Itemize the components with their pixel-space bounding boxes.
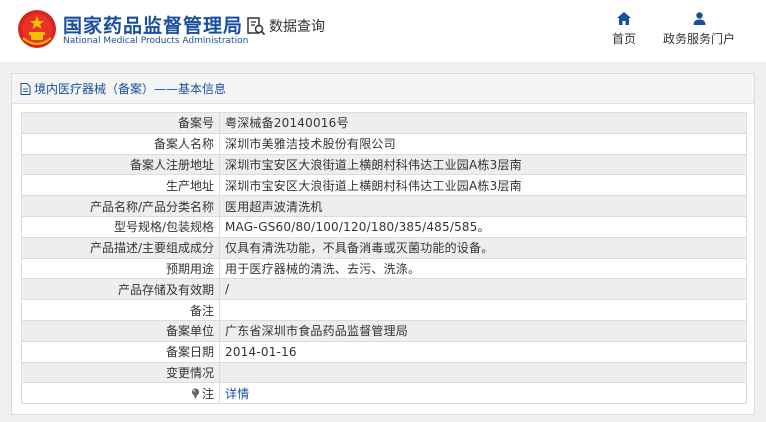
- pin-icon: [191, 388, 200, 399]
- table-row: 产品名称/产品分类名称 医用超声波清洗机: [21, 195, 747, 217]
- row-label: 产品名称/产品分类名称: [21, 195, 220, 217]
- table-row: 产品存储及有效期 /: [21, 278, 747, 301]
- row-value: 深圳市宝安区大浪街道上横朗村科伟达工业园A栋3层南: [219, 153, 747, 176]
- row-value: 仅具有清洗功能，不具备消毒或灭菌功能的设备。: [219, 236, 747, 259]
- brand-title: 国家药品监督管理局: [63, 15, 244, 37]
- row-label: 生产地址: [21, 174, 220, 197]
- table-row: 备案单位 广东省深圳市食品药品监督管理局: [21, 319, 747, 342]
- row-label: 预期用途: [21, 257, 220, 280]
- data-query-link[interactable]: 数据查询: [246, 16, 325, 36]
- note-label-cell: 注: [21, 382, 220, 405]
- row-label: 产品存储及有效期: [21, 278, 220, 301]
- table-row: 产品描述/主要组成成分 仅具有清洗功能，不具备消毒或灭菌功能的设备。: [21, 236, 747, 259]
- note-value-cell: 详情: [219, 382, 747, 405]
- document-icon: [20, 82, 31, 95]
- row-value: MAG-GS60/80/100/120/180/385/485/585。: [219, 215, 747, 238]
- site-header: 国家药品监督管理局 National Medical Products Admi…: [0, 0, 766, 62]
- table-row: 备注: [21, 299, 747, 321]
- table-row: 变更情况: [21, 361, 747, 384]
- details-link[interactable]: 详情: [225, 387, 249, 401]
- brand-subtitle: National Medical Products Administration: [63, 36, 249, 46]
- home-icon: [617, 12, 631, 25]
- row-label: 备案日期: [21, 340, 220, 363]
- panel-title: 境内医疗器械（备案）——基本信息: [34, 82, 227, 96]
- nav-home-label: 首页: [611, 32, 636, 46]
- row-value: [219, 299, 747, 321]
- row-value: 深圳市宝安区大浪街道上横朗村科伟达工业园A栋3层南: [219, 174, 747, 197]
- row-value: 粤深械备20140016号: [219, 112, 747, 134]
- row-label: 备注: [21, 299, 220, 321]
- row-value: /: [219, 278, 747, 301]
- info-table: 备案号 粤深械备20140016号 备案人名称 深圳市美雅洁技术股份有限公司 备案人…: [21, 112, 747, 405]
- table-row: 备案人注册地址 深圳市宝安区大浪街道上横朗村科伟达工业园A栋3层南: [21, 153, 747, 176]
- panel-header: 境内医疗器械（备案）——基本信息: [12, 74, 754, 104]
- row-value: 2014-01-16: [219, 340, 747, 363]
- search-document-icon: [247, 17, 266, 36]
- user-icon: [693, 12, 705, 25]
- table-row: 生产地址 深圳市宝安区大浪街道上横朗村科伟达工业园A栋3层南: [21, 174, 747, 197]
- row-label: 备案人注册地址: [21, 153, 220, 176]
- table-row: 备案日期 2014-01-16: [21, 340, 747, 363]
- row-value: 用于医疗器械的清洗、去污、洗涤。: [219, 257, 747, 280]
- row-label: 备案单位: [21, 319, 220, 342]
- basic-info-panel: 境内医疗器械（备案）——基本信息 备案号 粤深械备20140016号 备案人名称深…: [11, 73, 755, 415]
- nav-service-label: 政务服务门户: [662, 32, 735, 46]
- row-value: 医用超声波清洗机: [219, 195, 747, 217]
- row-value: 广东省深圳市食品药品监督管理局: [219, 319, 747, 342]
- row-value: [219, 361, 747, 384]
- nav-home[interactable]: 首页: [606, 12, 642, 47]
- row-label: 备案号: [21, 112, 220, 134]
- table-row: 备案人名称 深圳市美雅洁技术股份有限公司: [21, 132, 747, 155]
- nav-service-portal[interactable]: 政务服务门户: [658, 12, 740, 47]
- national-emblem-icon: [18, 10, 56, 48]
- row-value: 深圳市美雅洁技术股份有限公司: [219, 132, 747, 155]
- table-row: 型号规格/包装规格 MAG-GS60/80/100/120/180/385/485…: [21, 215, 747, 238]
- table-row: 备案号 粤深械备20140016号: [21, 112, 747, 134]
- data-query-label: 数据查询: [269, 19, 325, 35]
- row-label: 变更情况: [21, 361, 220, 384]
- row-label: 产品描述/主要组成成分: [21, 236, 220, 259]
- note-label: 注: [201, 386, 214, 401]
- table-row: 预期用途 用于医疗器械的清洗、去污、洗涤。: [21, 257, 747, 280]
- row-label: 型号规格/包装规格: [21, 215, 220, 238]
- row-label: 备案人名称: [21, 132, 220, 155]
- table-row: 注 详情: [21, 382, 747, 405]
